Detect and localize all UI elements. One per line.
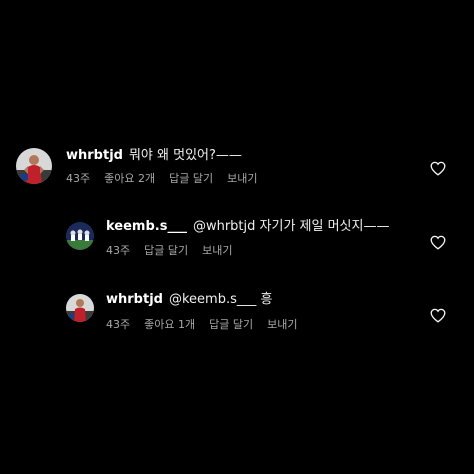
- timestamp: 43주: [106, 318, 131, 331]
- reply-button[interactable]: 답글 달기: [169, 172, 213, 185]
- reply-button[interactable]: 답글 달기: [209, 318, 253, 331]
- comment-text: @keemb.s___ 흥: [168, 292, 273, 307]
- likes-count[interactable]: 좋아요 1개: [144, 318, 195, 331]
- team-photo-avatar-icon: [66, 222, 94, 250]
- comment-line: whrbtjd @keemb.s___ 흥: [106, 291, 272, 309]
- reply-button[interactable]: 답글 달기: [144, 244, 188, 257]
- username[interactable]: keemb.s___: [106, 219, 187, 234]
- heart-icon[interactable]: [430, 308, 446, 323]
- send-button[interactable]: 보내기: [267, 318, 297, 331]
- avatar[interactable]: [16, 148, 52, 184]
- comment-line: whrbtjd 뭐야 왜 멋있어?——: [66, 147, 242, 165]
- timestamp: 43주: [106, 244, 131, 257]
- username[interactable]: whrbtjd: [106, 292, 163, 307]
- soccer-player-avatar-icon: [66, 294, 94, 322]
- likes-count[interactable]: 좋아요 2개: [104, 172, 155, 185]
- comment-meta: 43주 좋아요 1개 답글 달기 보내기: [106, 317, 311, 333]
- comment-meta: 43주 답글 달기 보내기: [106, 243, 246, 259]
- timestamp: 43주: [66, 172, 91, 185]
- send-button[interactable]: 보내기: [202, 244, 232, 257]
- heart-icon[interactable]: [430, 235, 446, 250]
- comment-meta: 43주 좋아요 2개 답글 달기 보내기: [66, 171, 271, 187]
- comment-text: @whrbtjd 자기가 제일 머싯지——: [192, 219, 390, 234]
- heart-icon[interactable]: [430, 161, 446, 176]
- send-button[interactable]: 보내기: [227, 172, 257, 185]
- comment-line: keemb.s___ @whrbtjd 자기가 제일 머싯지——: [106, 218, 389, 236]
- avatar[interactable]: [66, 294, 94, 322]
- comment-text: 뭐야 왜 멋있어?——: [128, 148, 242, 163]
- username[interactable]: whrbtjd: [66, 148, 123, 163]
- avatar[interactable]: [66, 222, 94, 250]
- soccer-player-avatar-icon: [16, 148, 52, 184]
